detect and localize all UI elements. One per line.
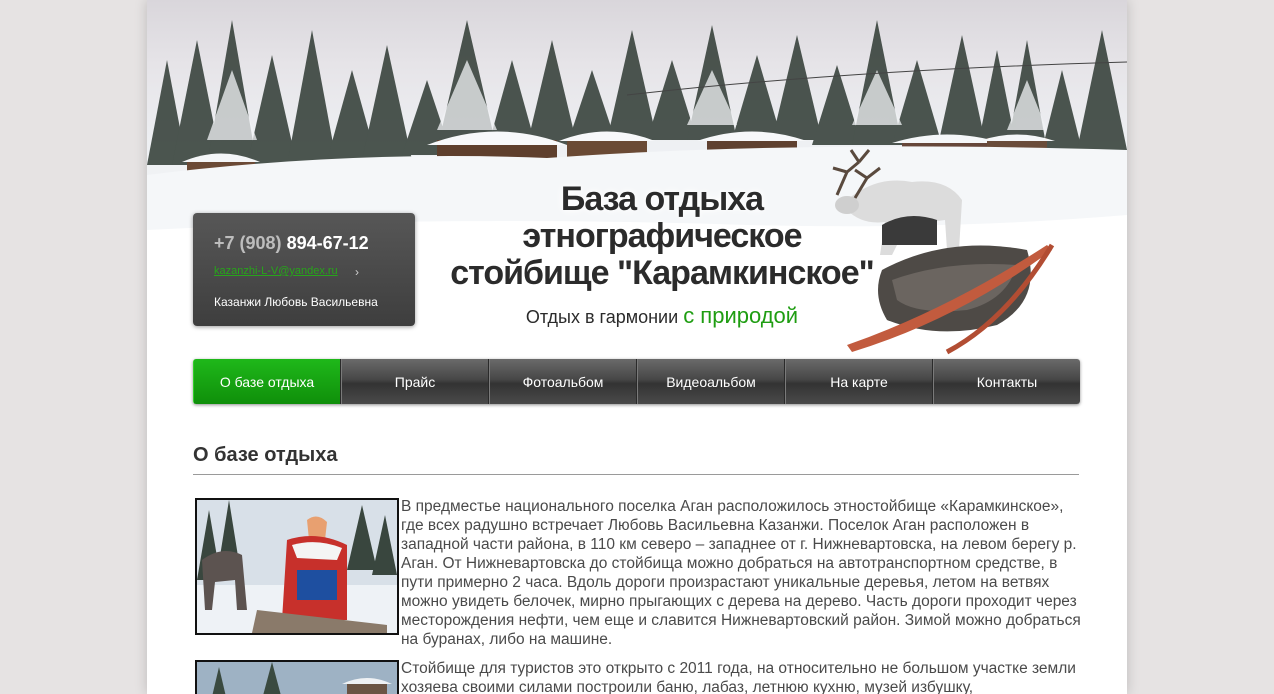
nav-item-contacts[interactable]: Контакты [933,359,1080,404]
page: +7 (908) 894-67-12 kazanzhi-L-V@yandex.r… [147,0,1127,694]
nav-item-video-album[interactable]: Видеоальбом [637,359,785,404]
nav-item-about[interactable]: О базе отдыха [193,359,341,404]
contact-box: +7 (908) 894-67-12 kazanzhi-L-V@yandex.r… [193,213,415,326]
header-banner: +7 (908) 894-67-12 kazanzhi-L-V@yandex.r… [147,0,1127,360]
site-title: База отдыха этнографическое стойбище "Ка… [417,181,907,292]
page-heading: О базе отдыха [193,444,1079,475]
site-title-line-3: стойбище "Карамкинское" [450,254,874,292]
site-title-line-1: База отдыха [560,180,764,218]
photo-owner-with-reindeer-image [197,500,397,633]
phone-digits: 894-67-12 [286,233,369,253]
photo-owner-with-reindeer[interactable] [195,498,399,635]
nav-item-photo-album[interactable]: Фотоальбом [489,359,637,404]
main-nav: О базе отдыха Прайс Фотоальбом Видеоальб… [193,359,1080,404]
phone-code: +7 (908) [214,233,282,253]
nav-item-map[interactable]: На карте [785,359,933,404]
photo-camp-image [197,662,397,694]
slogan: Отдых в гармонии с природой [417,303,907,329]
content-paragraph-2: Стойбище для туристов это открыто с 2011… [401,660,1076,694]
slogan-accent: с природой [683,303,799,328]
owner-name: Казанжи Любовь Васильевна [214,295,378,309]
phone-number[interactable]: +7 (908) 894-67-12 [214,233,369,254]
site-title-line-2: этнографическое [522,217,802,255]
email-link[interactable]: kazanzhi-L-V@yandex.ru [214,265,338,277]
content-paragraph-1: В предместье национального поселка Аган … [401,498,1081,648]
slogan-plain: Отдых в гармонии [525,307,679,327]
photo-camp[interactable] [195,660,399,694]
chevron-right-icon: › [355,265,359,279]
nav-item-price[interactable]: Прайс [341,359,489,404]
